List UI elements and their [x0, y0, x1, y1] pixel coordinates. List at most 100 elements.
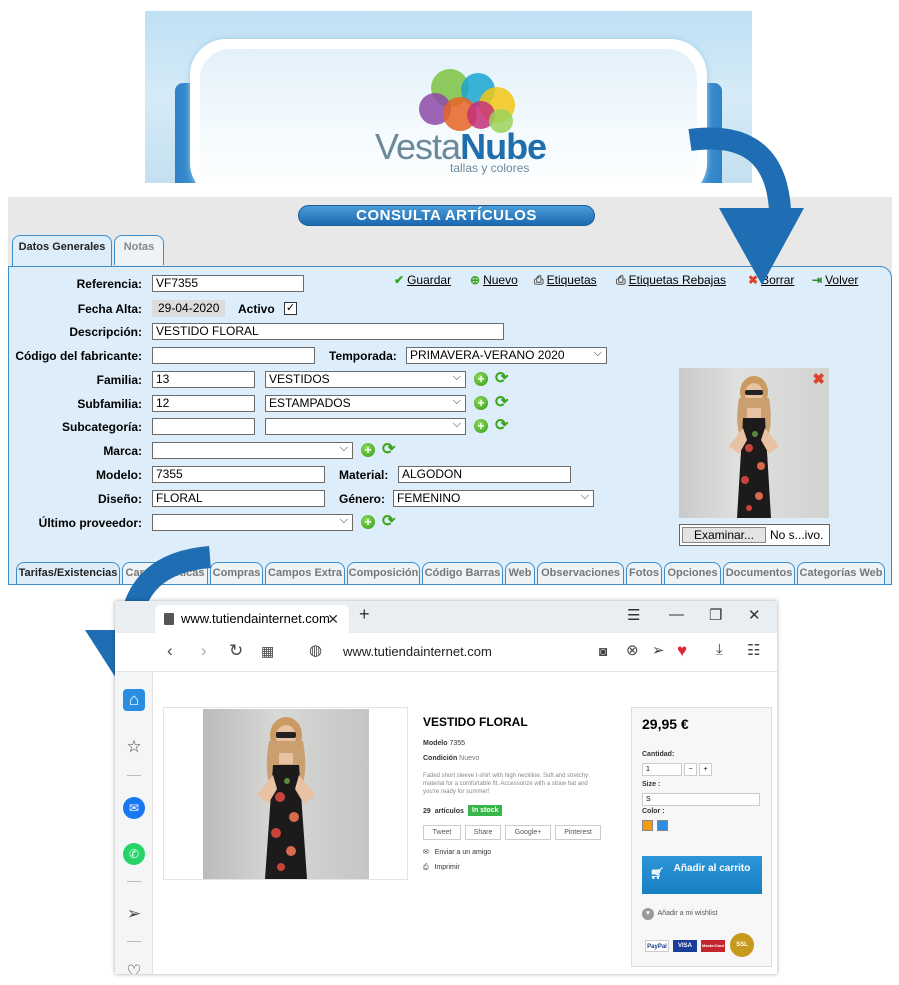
- send-friend-link[interactable]: ✉ Enviar a un amigo: [423, 848, 491, 856]
- home-icon[interactable]: ⌂: [123, 689, 145, 711]
- add-marca-icon[interactable]: +: [361, 443, 375, 457]
- check-icon: ✔: [394, 273, 405, 287]
- subfamilia-select[interactable]: ESTAMPADOS: [265, 395, 466, 412]
- tab-opciones[interactable]: Opciones: [664, 562, 721, 584]
- add-subcategoria-icon[interactable]: +: [474, 419, 488, 433]
- quantity-plus-button[interactable]: +: [699, 763, 712, 776]
- printer-icon: ⎙: [423, 864, 429, 871]
- descripcion-input[interactable]: VESTIDO FLORAL: [152, 323, 504, 340]
- tab-datos-generales[interactable]: Datos Generales: [12, 235, 112, 267]
- product-description: Faded short sleeve t-shirt with high nec…: [423, 773, 589, 795]
- back-icon[interactable]: ‹: [167, 641, 173, 661]
- nuevo-button[interactable]: ⊕ Nuevo: [470, 273, 518, 287]
- flow-arrow-right-icon: [688, 127, 804, 285]
- tweet-button[interactable]: Tweet: [423, 825, 461, 840]
- refresh-subcategoria-icon[interactable]: ⟳: [495, 418, 511, 434]
- etiquetas-button[interactable]: ⎙ Etiquetas: [534, 273, 597, 288]
- messenger-icon[interactable]: ✉: [123, 797, 145, 819]
- tab-observaciones[interactable]: Observaciones: [537, 562, 624, 584]
- codigo-fabricante-input[interactable]: [152, 347, 315, 364]
- refresh-familia-icon[interactable]: ⟳: [495, 371, 511, 387]
- camera-icon[interactable]: ◙: [599, 643, 607, 659]
- wishlist-link[interactable]: ♥ Añadir a mi wishlist: [642, 908, 717, 920]
- close-tab-icon[interactable]: ✕: [327, 605, 339, 633]
- in-stock-badge: In stock: [468, 805, 503, 816]
- settings-sliders-icon[interactable]: ☷: [747, 641, 760, 659]
- tab-composicion[interactable]: Composición: [347, 562, 420, 584]
- subfamilia-code-input[interactable]: 12: [152, 395, 255, 412]
- guardar-button[interactable]: ✔ Guardar: [394, 273, 451, 287]
- temporada-select[interactable]: PRIMAVERA-VERANO 2020: [406, 347, 607, 364]
- refresh-subfamilia-icon[interactable]: ⟳: [495, 395, 511, 411]
- delete-photo-icon[interactable]: ✖: [812, 370, 825, 388]
- refresh-marca-icon[interactable]: ⟳: [382, 442, 398, 458]
- modelo-input[interactable]: 7355: [152, 466, 325, 483]
- heart-outline-icon[interactable]: ♡: [123, 961, 145, 974]
- quantity-input[interactable]: 1: [642, 763, 682, 776]
- add-proveedor-icon[interactable]: +: [361, 515, 375, 529]
- address-bar[interactable]: www.tutiendainternet.com: [343, 644, 492, 659]
- minimize-icon[interactable]: —: [669, 606, 684, 623]
- add-subfamilia-icon[interactable]: +: [474, 396, 488, 410]
- familia-code-input[interactable]: 13: [152, 371, 255, 388]
- color-swatch-orange[interactable]: [642, 820, 653, 831]
- google-plus-button[interactable]: Google+: [505, 825, 551, 840]
- grid-icon[interactable]: ▦: [261, 643, 274, 660]
- share-button[interactable]: Share: [465, 825, 501, 840]
- add-to-cart-button[interactable]: 🛒︎ Añadir al carrito: [642, 856, 762, 894]
- forward-icon[interactable]: ›: [201, 641, 207, 661]
- browser-tab[interactable]: www.tutiendainternet.com ✕: [155, 605, 349, 633]
- tab-codigo-barras[interactable]: Código Barras: [422, 562, 503, 584]
- tab-notas[interactable]: Notas: [114, 235, 164, 265]
- label-genero: Género:: [339, 492, 386, 506]
- restore-icon[interactable]: ❐: [709, 606, 722, 624]
- label-referencia: Referencia:: [76, 277, 142, 291]
- send-icon[interactable]: ➢: [652, 641, 665, 659]
- refresh-proveedor-icon[interactable]: ⟳: [382, 514, 398, 530]
- shop-product-image[interactable]: [163, 707, 408, 880]
- heart-icon[interactable]: ♥: [677, 641, 687, 661]
- new-tab-icon[interactable]: +: [359, 604, 370, 625]
- reload-icon[interactable]: ↻: [229, 641, 243, 661]
- whatsapp-icon[interactable]: ✆: [123, 843, 145, 865]
- product-price: 29,95 €: [642, 716, 689, 732]
- pinterest-button[interactable]: Pinterest: [555, 825, 601, 840]
- add-familia-icon[interactable]: +: [474, 372, 488, 386]
- browser-tabbar: www.tutiendainternet.com ✕ + ☰ — ❐ ✕: [115, 601, 777, 633]
- diseno-input[interactable]: FLORAL: [152, 490, 325, 507]
- brand-banner: VestaNube tallas y colores: [145, 11, 752, 183]
- color-swatch-blue[interactable]: [657, 820, 668, 831]
- material-input[interactable]: ALGODON: [398, 466, 571, 483]
- tab-categorias-web[interactable]: Categorías Web: [797, 562, 885, 584]
- marca-select[interactable]: [152, 442, 353, 459]
- familia-select[interactable]: VESTIDOS: [265, 371, 466, 388]
- quantity-minus-button[interactable]: −: [684, 763, 697, 776]
- envelope-icon: ✉: [423, 849, 429, 856]
- tab-fotos[interactable]: Fotos: [626, 562, 662, 584]
- label-descripcion: Descripción:: [69, 325, 142, 339]
- visa-icon: VISA: [673, 940, 697, 952]
- printer-icon: ⎙: [616, 273, 626, 287]
- fecha-alta-value: 29-04-2020: [152, 300, 226, 317]
- close-window-icon[interactable]: ✕: [748, 606, 761, 624]
- referencia-input[interactable]: VF7355: [152, 275, 304, 292]
- size-label: Size :: [642, 781, 661, 788]
- activo-checkbox[interactable]: ✓: [284, 302, 297, 315]
- color-label: Color :: [642, 808, 665, 815]
- genero-select[interactable]: FEMENINO: [393, 490, 594, 507]
- block-icon[interactable]: ⊗: [626, 641, 639, 659]
- subcategoria-code-input[interactable]: [152, 418, 255, 435]
- print-link[interactable]: ⎙ Imprimir: [423, 864, 460, 872]
- star-icon[interactable]: ☆: [123, 736, 145, 758]
- shop-product-title: VESTIDO FLORAL: [423, 715, 528, 729]
- tab-campos-extra[interactable]: Campos Extra: [265, 562, 345, 584]
- ssl-seal-icon: SSL: [730, 933, 754, 957]
- tab-web[interactable]: Web: [505, 562, 535, 584]
- examinar-button[interactable]: Examinar...: [682, 527, 766, 543]
- download-icon[interactable]: ⤓: [716, 641, 723, 658]
- tab-documentos[interactable]: Documentos: [723, 562, 795, 584]
- tab-menu-icon[interactable]: ☰: [627, 606, 640, 624]
- size-select[interactable]: S: [642, 793, 760, 806]
- subcategoria-select[interactable]: [265, 418, 466, 435]
- send-icon[interactable]: ➢: [123, 903, 145, 925]
